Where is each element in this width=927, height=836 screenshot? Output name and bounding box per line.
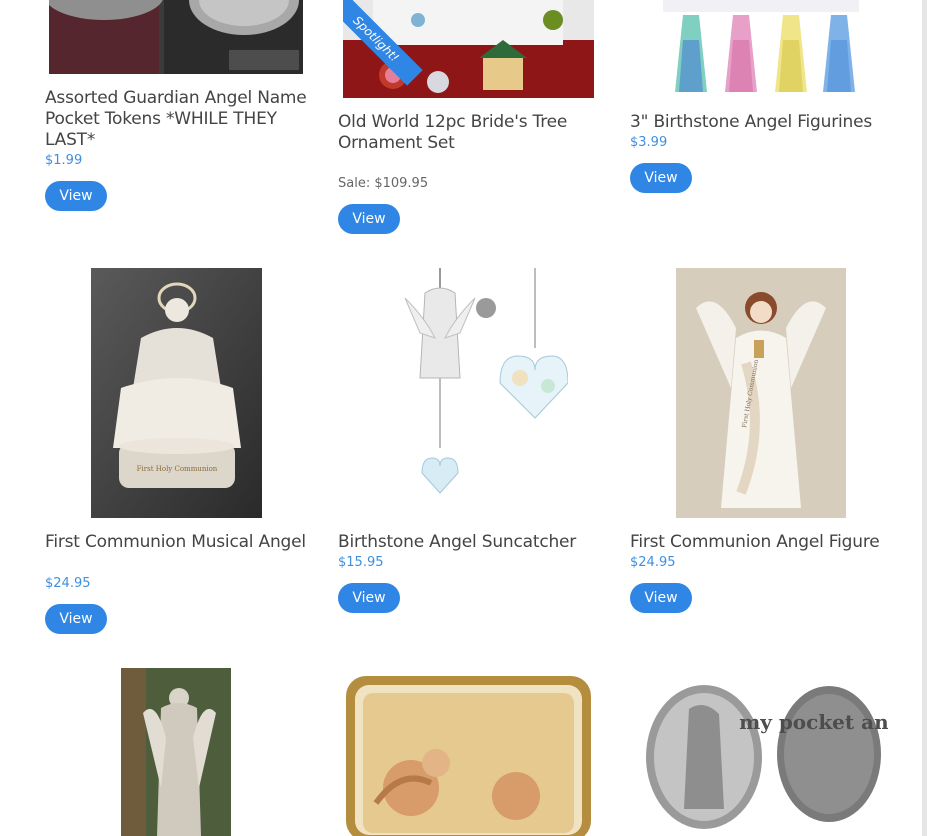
product-title[interactable]: 3" Birthstone Angel Figurines: [630, 112, 900, 133]
view-button[interactable]: View: [630, 163, 692, 193]
view-button[interactable]: View: [338, 583, 400, 613]
product-title[interactable]: Assorted Guardian Angel Name Pocket Toke…: [45, 88, 315, 151]
product-image-birthstone-figurines[interactable]: [663, 0, 859, 98]
view-button[interactable]: View: [338, 204, 400, 234]
product-title[interactable]: First Communion Angel Figure: [630, 532, 900, 553]
product-image-suncatcher[interactable]: [400, 268, 568, 513]
pocket-angel-inscription: my pocket angel: [739, 710, 888, 734]
product-price: $3.99: [630, 135, 668, 150]
product-image-pocket-tokens[interactable]: [49, 0, 303, 74]
scrollbar[interactable]: [922, 0, 927, 836]
view-button[interactable]: View: [630, 583, 692, 613]
view-button[interactable]: View: [45, 181, 107, 211]
product-image-garden-angel[interactable]: [121, 668, 231, 836]
product-title[interactable]: First Communion Musical Angel: [45, 532, 315, 553]
musical-base-inscription: First Holy Communion: [137, 465, 218, 473]
product-image-ornament-set[interactable]: Spotlight!: [343, 0, 594, 98]
product-price: $1.99: [45, 153, 83, 168]
product-price: $15.95: [338, 555, 384, 570]
product-image-pocket-angel[interactable]: my pocket angel: [634, 669, 888, 836]
product-title[interactable]: Birthstone Angel Suncatcher: [338, 532, 608, 553]
product-price: $24.95: [630, 555, 676, 570]
product-image-cherub-plaque[interactable]: [341, 668, 596, 836]
product-image-communion-figure[interactable]: First Holy Communion: [676, 268, 846, 518]
sale-price: Sale: $109.95: [338, 176, 429, 191]
view-button[interactable]: View: [45, 604, 107, 634]
product-title[interactable]: Old World 12pc Bride's Tree Ornament Set: [338, 112, 608, 154]
product-image-musical-angel[interactable]: First Holy Communion: [91, 268, 262, 518]
product-price: $24.95: [45, 576, 91, 591]
